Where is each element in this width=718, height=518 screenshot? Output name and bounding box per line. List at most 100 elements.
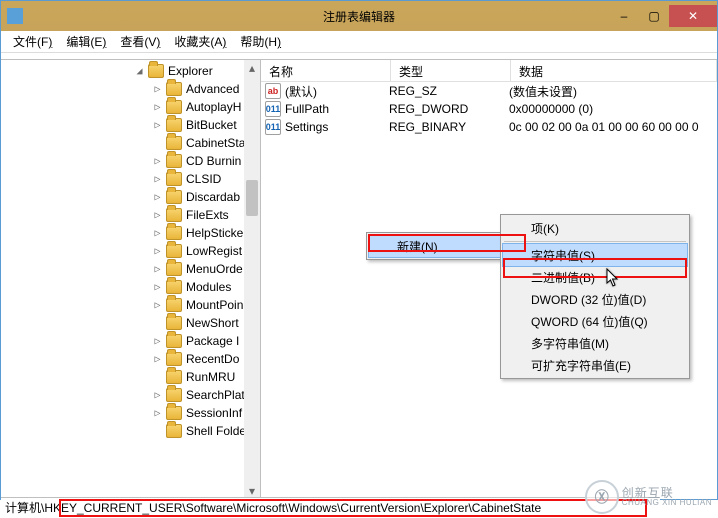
ctx-item[interactable]: 项(K) <box>503 217 687 239</box>
expand-toggle-icon[interactable]: ▷ <box>151 227 164 240</box>
menu-f[interactable]: 文件(F) <box>7 31 58 52</box>
expand-toggle-icon[interactable]: ◢ <box>133 65 146 78</box>
value-row[interactable]: 011FullPathREG_DWORD0x00000000 (0) <box>261 100 717 118</box>
menu-v[interactable]: 查看(V) <box>114 31 166 52</box>
expand-toggle-icon[interactable]: ▷ <box>151 353 164 366</box>
col-header-data[interactable]: 数据 <box>511 60 717 81</box>
tree-label: RunMRU <box>186 370 239 384</box>
tree-node[interactable]: ▷ Package I <box>1 332 260 350</box>
binary-value-icon: 011 <box>265 101 281 117</box>
expand-toggle-icon[interactable]: ▷ <box>151 335 164 348</box>
value-data: 0x00000000 (0) <box>509 102 717 116</box>
expand-toggle-icon[interactable]: ▷ <box>151 155 164 168</box>
tree-node[interactable]: ▷Shell Folde <box>1 422 260 440</box>
window-title: 注册表编辑器 <box>323 8 395 25</box>
folder-icon <box>166 82 182 96</box>
tree-node[interactable]: ▷ Modules <box>1 278 260 296</box>
tree-node[interactable]: ▷HelpSticke <box>1 224 260 242</box>
values-pane[interactable]: 名称 类型 数据 ab(默认)REG_SZ(数值未设置)011FullPathR… <box>261 60 717 499</box>
folder-icon <box>166 190 182 204</box>
expand-toggle-icon[interactable]: ▷ <box>151 299 164 312</box>
tree-node[interactable]: ▷BitBucket <box>1 116 260 134</box>
ctx-item[interactable]: QWORD (64 位)值(Q) <box>503 310 687 332</box>
tree-label: Discardab <box>186 190 244 204</box>
maximize-button[interactable]: ▢ <box>639 5 669 27</box>
expand-toggle-icon[interactable]: ▷ <box>151 119 164 132</box>
tree-node[interactable]: ▷ FileExts <box>1 206 260 224</box>
tree-label: SearchPlat <box>186 388 249 402</box>
ctx-item[interactable]: 二进制值(B) <box>503 266 687 288</box>
menu-h[interactable]: 帮助(H) <box>234 31 287 52</box>
tree-node[interactable]: ▷CLSID <box>1 170 260 188</box>
tree-pane[interactable]: ◢Explorer▷Advanced▷AutoplayH▷BitBucket▷C… <box>1 60 261 499</box>
main-area: ◢Explorer▷Advanced▷AutoplayH▷BitBucket▷C… <box>1 59 717 499</box>
tree-label: AutoplayH <box>186 100 245 114</box>
expand-toggle-icon[interactable]: ▷ <box>151 83 164 96</box>
tree-node[interactable]: ▷MountPoin <box>1 296 260 314</box>
menu-e[interactable]: 编辑(E) <box>60 31 112 52</box>
expand-toggle-icon[interactable]: ▷ <box>151 245 164 258</box>
col-header-name[interactable]: 名称 <box>261 60 391 81</box>
titlebar[interactable]: 注册表编辑器 – ▢ ✕ <box>1 1 717 31</box>
value-name: Settings <box>285 120 389 134</box>
value-row[interactable]: 011SettingsREG_BINARY0c 00 02 00 0a 01 0… <box>261 118 717 136</box>
tree-node[interactable]: ▷ LowRegist <box>1 242 260 260</box>
tree-label: NewShort <box>186 316 243 330</box>
tree-label: LowRegist <box>186 244 246 258</box>
folder-icon <box>166 100 182 114</box>
expand-toggle-icon[interactable]: ▷ <box>151 407 164 420</box>
tree-node[interactable]: ▷RecentDo <box>1 350 260 368</box>
scroll-up-icon[interactable]: ▴ <box>244 60 260 76</box>
ctx-new-label: 新建(N) <box>397 238 438 255</box>
status-bar: 计算机\HKEY_CURRENT_USER\Software\Microsoft… <box>1 497 660 517</box>
minimize-button[interactable]: – <box>609 5 639 27</box>
tree-label: Advanced <box>186 82 243 96</box>
tree-node[interactable]: ▷ SearchPlat <box>1 386 260 404</box>
tree-node[interactable]: ▷MenuOrde <box>1 260 260 278</box>
folder-icon <box>166 136 182 150</box>
tree-node[interactable]: ▷ Advanced <box>1 80 260 98</box>
expand-toggle-icon[interactable]: ▷ <box>151 101 164 114</box>
expand-toggle-icon[interactable]: ▷ <box>151 173 164 186</box>
folder-icon <box>166 334 182 348</box>
window-buttons: – ▢ ✕ <box>609 5 717 27</box>
tree-node-explorer[interactable]: ◢Explorer <box>1 62 260 80</box>
tree-node[interactable]: ▷ Discardab <box>1 188 260 206</box>
folder-icon <box>166 172 182 186</box>
context-submenu-new[interactable]: 项(K) 字符串值(S)二进制值(B)DWORD (32 位)值(D)QWORD … <box>500 214 690 379</box>
scroll-thumb[interactable] <box>246 180 258 216</box>
ctx-item[interactable]: 字符串值(S) <box>503 244 687 266</box>
ctx-item[interactable]: DWORD (32 位)值(D) <box>503 288 687 310</box>
app-icon <box>7 8 23 24</box>
status-path: 计算机\HKEY_CURRENT_USER\Software\Microsoft… <box>5 499 541 516</box>
expand-toggle-icon[interactable]: ▷ <box>151 389 164 402</box>
value-data: 0c 00 02 00 0a 01 00 00 60 00 00 0 <box>509 120 717 134</box>
tree-node[interactable]: ▷CD Burnin <box>1 152 260 170</box>
expand-toggle-icon[interactable]: ▷ <box>151 281 164 294</box>
folder-icon <box>166 226 182 240</box>
menu-a[interactable]: 收藏夹(A) <box>168 31 232 52</box>
ctx-item[interactable]: 可扩充字符串值(E) <box>503 354 687 376</box>
tree-scrollbar[interactable]: ▴ ▾ <box>244 60 260 499</box>
folder-icon <box>166 154 182 168</box>
expand-toggle-icon[interactable]: ▷ <box>151 209 164 222</box>
tree-node[interactable]: ▷SessionInf <box>1 404 260 422</box>
folder-icon <box>166 244 182 258</box>
watermark: Ⓧ 创新互联 CHUANG XIN HULIAN <box>585 480 712 514</box>
col-header-type[interactable]: 类型 <box>391 60 511 81</box>
tree-node[interactable]: ▷RunMRU <box>1 368 260 386</box>
expand-toggle-icon[interactable]: ▷ <box>151 191 164 204</box>
tree-label: Modules <box>186 280 235 294</box>
list-body: ab(默认)REG_SZ(数值未设置)011FullPathREG_DWORD0… <box>261 82 717 136</box>
tree-node[interactable]: ▷CabinetSta <box>1 134 260 152</box>
folder-icon <box>166 370 182 384</box>
tree-label: FileExts <box>186 208 233 222</box>
ctx-item[interactable]: 多字符串值(M) <box>503 332 687 354</box>
close-button[interactable]: ✕ <box>669 5 717 27</box>
tree-label: Package I <box>186 334 243 348</box>
tree-node[interactable]: ▷NewShort <box>1 314 260 332</box>
tree-node[interactable]: ▷ AutoplayH <box>1 98 260 116</box>
expand-toggle-icon[interactable]: ▷ <box>151 263 164 276</box>
folder-icon <box>148 64 164 78</box>
value-row[interactable]: ab(默认)REG_SZ(数值未设置) <box>261 82 717 100</box>
